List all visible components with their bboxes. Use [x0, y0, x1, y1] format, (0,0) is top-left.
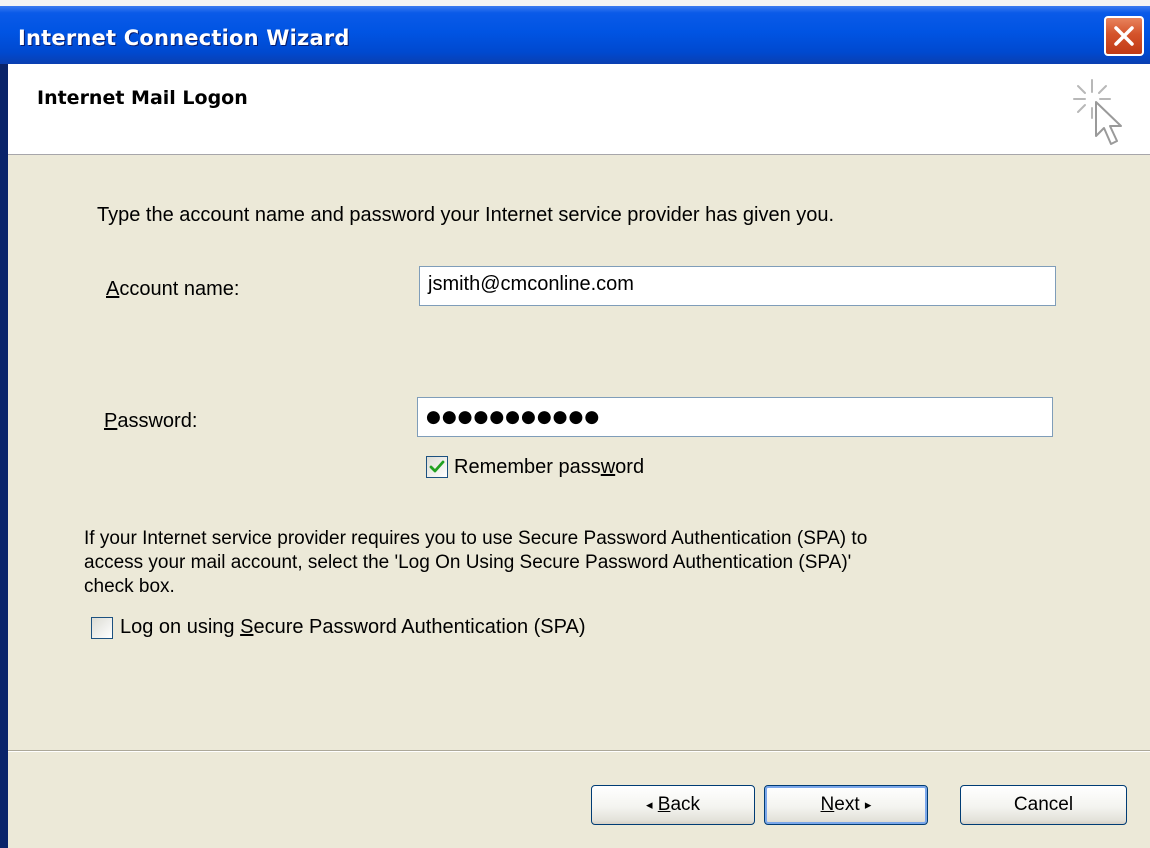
footer-divider — [8, 750, 1150, 752]
account-name-label-text: ccount name: — [119, 278, 240, 300]
next-button[interactable]: Next ▸ — [764, 785, 928, 825]
account-name-value: jsmith@cmconline.com — [428, 273, 634, 295]
window-title: Internet Connection Wizard — [18, 26, 350, 50]
back-label: ack — [670, 794, 701, 815]
remember-password-label-b: ord — [615, 456, 645, 478]
spa-description-line-2: access your mail account, select the 'Lo… — [84, 552, 852, 573]
spa-description-line-3: check box. — [84, 576, 175, 597]
remember-password-label[interactable]: Remember password — [454, 456, 644, 479]
close-button[interactable] — [1104, 16, 1144, 56]
spa-description-line-1: If your Internet service provider requir… — [84, 528, 868, 549]
next-arrow-icon: ▸ — [864, 798, 872, 813]
close-icon — [1114, 26, 1134, 46]
cancel-button[interactable]: Cancel — [960, 785, 1127, 825]
back-button[interactable]: ◂ Back — [591, 785, 755, 825]
account-name-input[interactable]: jsmith@cmconline.com — [419, 266, 1056, 306]
account-name-access-key: A — [106, 278, 120, 300]
password-input[interactable]: ●●●●●●●●●●● — [417, 397, 1053, 437]
dialog-client-area: Internet Mail Logon Type the account nam… — [8, 64, 1150, 848]
password-mask: ●●●●●●●●●●● — [426, 407, 601, 427]
spa-label-b: ecure Password Authentication (SPA) — [253, 616, 586, 638]
remember-password-checkbox[interactable] — [426, 456, 448, 478]
instruction-text: Type the account name and password your … — [97, 204, 835, 226]
next-access-key: N — [820, 794, 835, 815]
remember-password-access-key: w — [600, 456, 616, 478]
page-title: Internet Mail Logon — [37, 87, 248, 109]
back-arrow-icon: ◂ — [645, 798, 653, 813]
password-label-text: assword: — [117, 410, 198, 432]
remember-password-label-a: Remember pass — [454, 456, 601, 478]
title-bar[interactable]: Internet Connection Wizard — [0, 6, 1150, 64]
wizard-header: Internet Mail Logon — [8, 64, 1150, 155]
password-access-key: P — [104, 410, 118, 432]
account-name-label: Account name: — [106, 278, 239, 301]
cancel-label: Cancel — [1013, 794, 1074, 815]
spa-access-key: S — [240, 616, 254, 638]
wizard-cursor-icon — [1073, 79, 1122, 145]
next-label: ext — [834, 794, 860, 815]
check-mark-icon — [429, 460, 445, 473]
spa-checkbox-label[interactable]: Log on using Secure Password Authenticat… — [120, 616, 585, 639]
back-access-key: B — [657, 794, 671, 815]
spa-label-a: Log on using — [120, 616, 241, 638]
wizard-window: Internet Connection Wizard Internet Mail… — [0, 0, 1150, 848]
spa-checkbox[interactable] — [91, 617, 113, 639]
password-label: Password: — [104, 410, 197, 433]
